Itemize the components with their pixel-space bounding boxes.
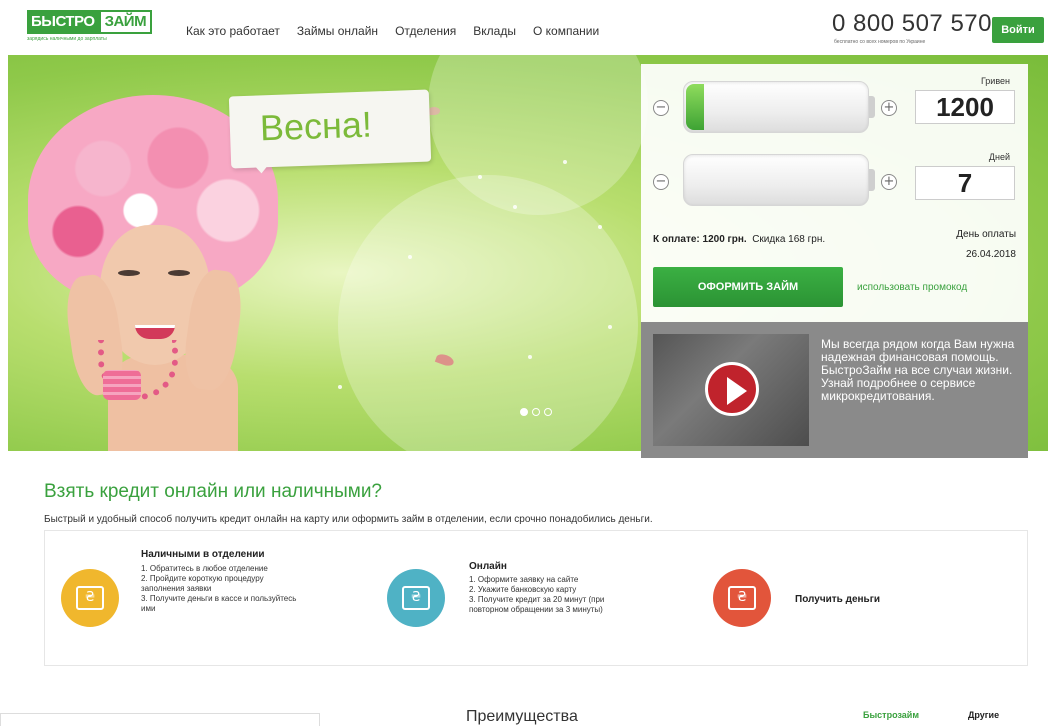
amount-slider-fill [686, 84, 704, 130]
list-item: повторном обращении за 3 минуты) [469, 605, 603, 614]
speech-tail [249, 159, 274, 174]
list-item: 1. Оформите заявку на сайте [469, 575, 579, 584]
step-title-cash: Наличными в отделении [141, 549, 265, 560]
discount-text: Скидка 168 грн. [752, 234, 826, 245]
section-title: Взять кредит онлайн или наличными? [44, 481, 383, 502]
tab-others[interactable]: Другие [968, 710, 999, 720]
phone-note: бесплатно со всех номеров по Украине [834, 39, 926, 45]
slider-dot-2[interactable] [532, 408, 540, 416]
days-slider[interactable] [683, 154, 869, 206]
amount-value-field[interactable]: 1200 [915, 90, 1015, 124]
background-flower [338, 175, 638, 451]
amount-slider[interactable] [683, 81, 869, 133]
pay-value: 1200 грн. [702, 234, 747, 245]
nav-item-deposits[interactable]: Вклады [473, 24, 516, 38]
bokeh-dot [408, 255, 412, 259]
slider-dot-1[interactable] [520, 408, 528, 416]
days-label: Дней [988, 152, 1010, 162]
petal [428, 107, 440, 115]
nav-item-online-loans[interactable]: Займы онлайн [297, 24, 378, 38]
slider-dots [520, 408, 552, 416]
loan-methods-panel: ₴ Наличными в отделении 1. Обратитесь в … [44, 530, 1028, 666]
slider-dot-3[interactable] [544, 408, 552, 416]
step-title-get-money: Получить деньги [795, 594, 881, 605]
bracelet [103, 370, 141, 400]
days-value-field[interactable]: 7 [915, 166, 1015, 200]
amount-label: Гривен [980, 76, 1010, 86]
list-item: ими [141, 604, 156, 613]
payday-label: День оплаты [956, 229, 1016, 240]
step-list-online: 1. Оформите заявку на сайте 2. Укажите б… [469, 575, 604, 615]
speech-bubble: Весна! [228, 89, 432, 174]
play-icon[interactable] [705, 362, 759, 416]
days-minus-button[interactable]: − [653, 174, 669, 190]
login-button[interactable]: Войти [992, 17, 1044, 43]
woman-eye [168, 270, 190, 276]
list-item: 2. Пройдите короткую процедуру [141, 574, 264, 583]
step-circle-get-money: ₴ [713, 569, 771, 627]
cash-icon: ₴ [76, 586, 104, 610]
woman-eye [118, 270, 140, 276]
payment-summary: К оплате: 1200 грн. Скидка 168 грн. [653, 234, 825, 245]
bokeh-dot [513, 205, 517, 209]
bokeh-dot [608, 325, 612, 329]
laptop-icon: ₴ [402, 586, 430, 610]
play-triangle [727, 377, 747, 405]
bokeh-dot [598, 225, 602, 229]
video-thumbnail[interactable] [653, 334, 809, 446]
bokeh-dot [563, 160, 567, 164]
site-header: БЫСТРО ЗАЙМ зарядись наличными до зарпла… [0, 0, 1053, 55]
logo-tagline: зарядись наличными до зарплаты [27, 36, 107, 42]
days-slider-cap [869, 169, 875, 191]
nav-item-about[interactable]: О компании [533, 24, 599, 38]
advantages-title: Преимущества [466, 708, 578, 725]
main-nav: Как это работает Займы онлайн Отделения … [186, 24, 599, 38]
bokeh-dot [478, 175, 482, 179]
loan-calculator: Гривен − + 1200 Дней − + 7 К оплате: 120… [641, 64, 1028, 322]
step-circle-online: ₴ [387, 569, 445, 627]
list-item: 1. Обратитесь в любое отделение [141, 564, 268, 573]
logo-text-part1: БЫСТРО [27, 10, 99, 34]
wallet-icon: ₴ [728, 586, 756, 610]
logo-text-part2: ЗАЙМ [98, 10, 153, 34]
nav-item-how-it-works[interactable]: Как это работает [186, 24, 280, 38]
amount-plus-button[interactable]: + [881, 100, 897, 116]
tab-bystrozaim[interactable]: Быстрозайм [863, 710, 919, 720]
list-item: 3. Получите деньги в кассе и пользуйтесь [141, 594, 297, 603]
step-circle-cash: ₴ [61, 569, 119, 627]
promo-code-link[interactable]: использовать промокод [857, 282, 967, 293]
amount-slider-cap [869, 96, 875, 118]
list-item: 3. Получите кредит за 20 минут (при [469, 595, 605, 604]
phone-number[interactable]: 0 800 507 570 [832, 10, 992, 38]
list-item: 2. Укажите банковскую карту [469, 585, 577, 594]
days-plus-button[interactable]: + [881, 174, 897, 190]
logo[interactable]: БЫСТРО ЗАЙМ зарядись наличными до зарпла… [27, 10, 157, 44]
nav-item-branches[interactable]: Отделения [395, 24, 456, 38]
video-description: Мы всегда рядом когда Вам нужна надежная… [821, 337, 1015, 403]
bottom-left-panel [0, 713, 320, 726]
list-item: заполнения заявки [141, 584, 212, 593]
speech-text: Весна! [259, 103, 373, 149]
section-subtitle: Быстрый и удобный способ получить кредит… [44, 514, 653, 525]
bokeh-dot [528, 355, 532, 359]
payday-date: 26.04.2018 [965, 249, 1016, 260]
video-promo: Мы всегда рядом когда Вам нужна надежная… [641, 322, 1028, 458]
step-list-cash: 1. Обратитесь в любое отделение 2. Пройд… [141, 564, 296, 614]
amount-minus-button[interactable]: − [653, 100, 669, 116]
bokeh-dot [338, 385, 342, 389]
apply-loan-button[interactable]: ОФОРМИТЬ ЗАЙМ [653, 267, 843, 307]
step-title-online: Онлайн [469, 561, 507, 572]
pay-label: К оплате: [653, 234, 700, 245]
